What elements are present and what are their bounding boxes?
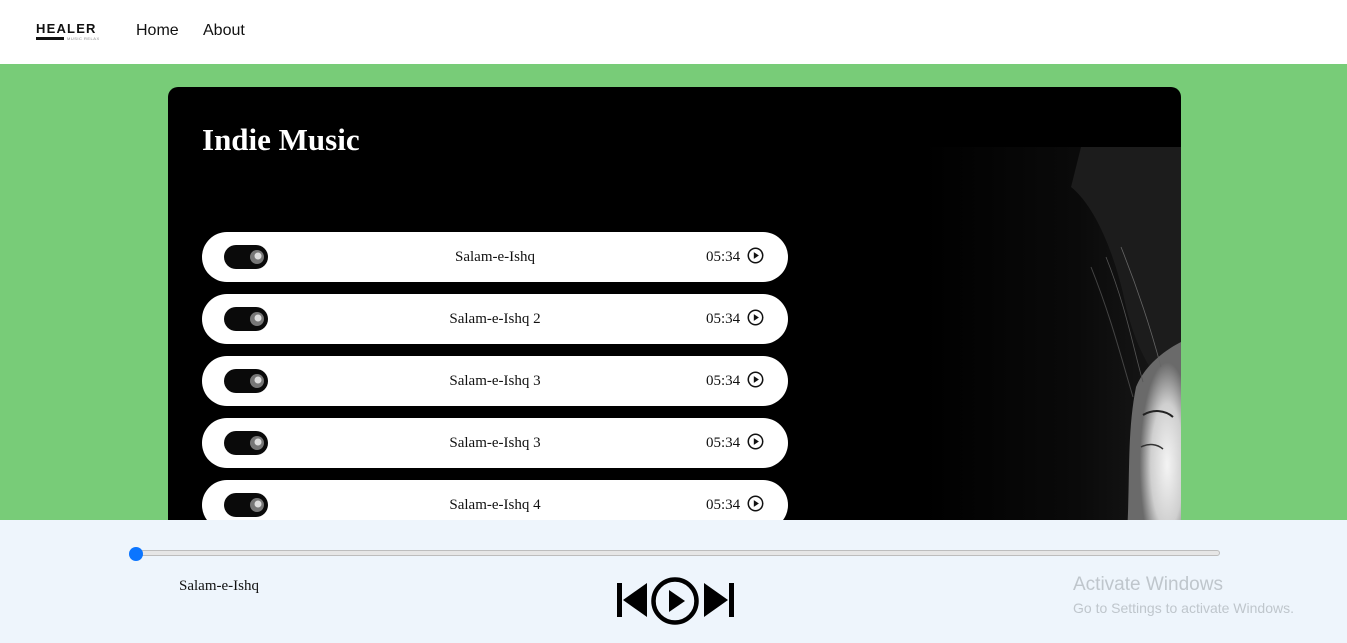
play-circle-icon[interactable] bbox=[747, 309, 764, 326]
play-circle-icon[interactable] bbox=[747, 495, 764, 512]
artist-photo bbox=[921, 147, 1181, 547]
logo-underline bbox=[36, 37, 64, 40]
track-row[interactable]: Salam-e-Ishq 05:34 bbox=[202, 232, 788, 282]
track-duration: 05:34 bbox=[706, 373, 741, 389]
track-row[interactable]: Salam-e-Ishq 2 05:34 bbox=[202, 294, 788, 344]
playlist-card: Indie Music Salam-e-Ishq 05:34 Salam-e-I… bbox=[168, 87, 1181, 547]
track-duration: 05:34 bbox=[706, 497, 741, 513]
previous-icon[interactable] bbox=[615, 580, 649, 620]
logo-text: HEALER bbox=[36, 21, 97, 36]
player-bar: Salam-e-Ishq Activate Windows Go to Sett… bbox=[0, 520, 1347, 643]
page-title: Indie Music bbox=[202, 122, 360, 157]
nav-link-home[interactable]: Home bbox=[136, 21, 179, 41]
track-duration: 05:34 bbox=[706, 435, 741, 451]
track-title: Salam-e-Ishq 3 bbox=[449, 435, 541, 451]
progress-slider[interactable] bbox=[136, 550, 1220, 556]
play-circle-icon[interactable] bbox=[747, 247, 764, 264]
next-icon[interactable] bbox=[702, 580, 736, 620]
nav-link-about[interactable]: About bbox=[203, 21, 245, 41]
track-title: Salam-e-Ishq 4 bbox=[449, 497, 541, 513]
track-row[interactable]: Salam-e-Ishq 3 05:34 bbox=[202, 418, 788, 468]
healer-logo[interactable]: HEALER MUSIC RELAX bbox=[36, 22, 102, 42]
track-duration: 05:34 bbox=[706, 311, 741, 327]
now-playing-title: Salam-e-Ishq bbox=[179, 578, 259, 594]
track-title: Salam-e-Ishq bbox=[455, 249, 535, 265]
track-row[interactable]: Salam-e-Ishq 3 05:34 bbox=[202, 356, 788, 406]
play-circle-icon[interactable] bbox=[747, 371, 764, 388]
logo-subtext: MUSIC RELAX bbox=[67, 36, 100, 41]
play-circle-icon[interactable] bbox=[747, 433, 764, 450]
track-duration: 05:34 bbox=[706, 249, 741, 265]
track-title: Salam-e-Ishq 2 bbox=[449, 311, 541, 327]
activate-windows-watermark: Activate Windows Go to Settings to activ… bbox=[1073, 573, 1294, 617]
top-navbar: HEALER MUSIC RELAX Home About bbox=[0, 0, 1347, 64]
activate-windows-subtitle: Go to Settings to activate Windows. bbox=[1073, 600, 1294, 616]
track-title: Salam-e-Ishq 3 bbox=[449, 373, 541, 389]
activate-windows-title: Activate Windows bbox=[1073, 574, 1223, 595]
progress-slider-thumb[interactable] bbox=[129, 547, 143, 561]
play-icon[interactable] bbox=[650, 576, 700, 626]
